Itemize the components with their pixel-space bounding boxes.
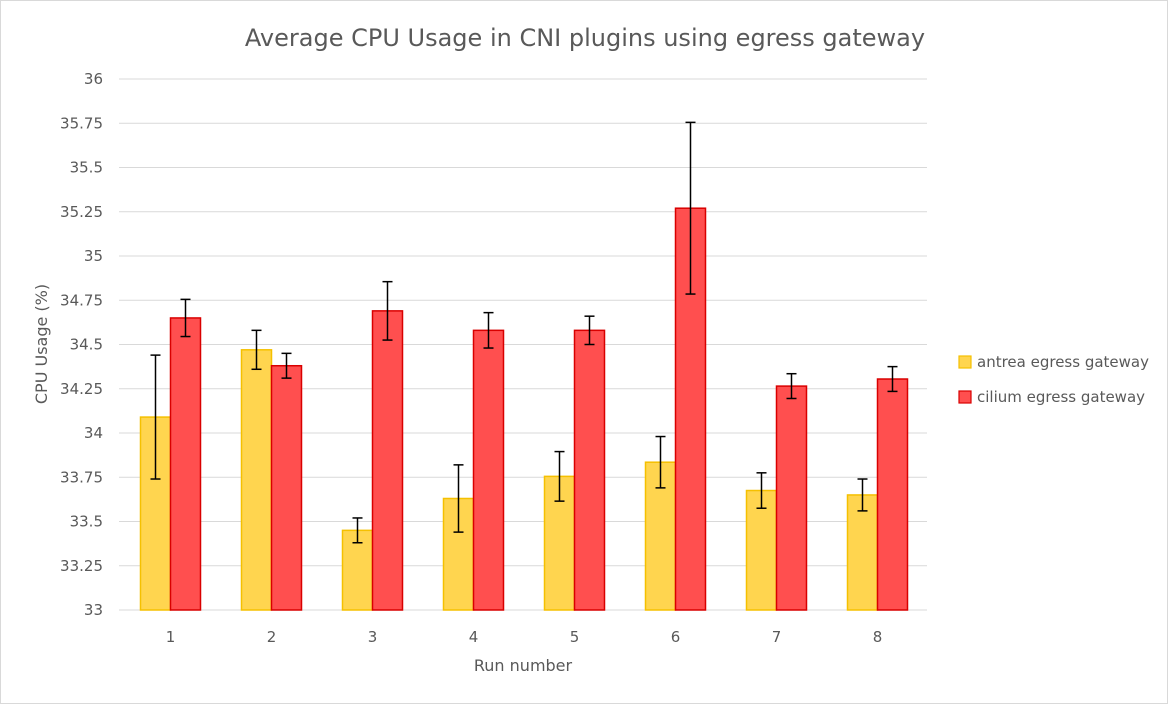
bar-series-2-run-1 [169, 317, 202, 611]
legend-swatch [958, 390, 972, 404]
y-tick-label: 33.5 [70, 513, 103, 531]
y-tick-label: 34.5 [70, 336, 103, 354]
bar-series-2-run-8 [876, 378, 909, 611]
y-tick-label: 33.25 [60, 557, 103, 575]
bar-series-2-run-4 [472, 329, 505, 611]
chart-area: Average CPU Usage in CNI plugins using e… [0, 0, 1168, 704]
x-tick-label: 1 [166, 628, 176, 646]
bar-series-2-run-3 [371, 310, 404, 611]
x-tick-label: 7 [772, 628, 782, 646]
y-tick-label: 35 [84, 247, 103, 265]
y-tick-label: 34 [84, 424, 103, 442]
bar-series-2-run-7 [775, 385, 808, 611]
y-tick-label: 35.75 [60, 114, 103, 132]
y-axis-title: CPU Usage (%) [32, 284, 51, 404]
x-tick-label: 6 [671, 628, 681, 646]
y-tick-label: 34.25 [60, 380, 103, 398]
y-tick-label: 35.5 [70, 159, 103, 177]
x-tick-label: 4 [469, 628, 479, 646]
y-tick-label: 36 [84, 70, 103, 88]
bar-series-1-run-8 [846, 494, 879, 611]
y-tick-label: 33.75 [60, 468, 103, 486]
x-tick-label: 2 [267, 628, 277, 646]
y-tick-label: 35.25 [60, 203, 103, 221]
x-axis-ticks: 1 2 3 4 5 6 7 8 [166, 628, 883, 646]
bars [139, 207, 909, 611]
y-tick-label: 33 [84, 601, 103, 619]
chart-title: Average CPU Usage in CNI plugins using e… [245, 24, 925, 52]
legend: antrea egress gateway cilium egress gatew… [958, 353, 1149, 406]
bar-chart: Average CPU Usage in CNI plugins using e… [32, 24, 1149, 675]
y-axis-ticks: 33 33.25 33.5 33.75 34 34.25 34.5 34.75 35 35.25 3… [60, 70, 103, 619]
bar-series-2-run-2 [270, 364, 303, 611]
x-axis-title: Run number [474, 656, 573, 675]
bar-series-1-run-2 [240, 349, 273, 611]
x-tick-label: 8 [873, 628, 883, 646]
legend-swatch [958, 355, 972, 369]
bar-series-2-run-5 [573, 329, 606, 611]
legend-label: antrea egress gateway [977, 353, 1149, 371]
legend-label: cilium egress gateway [977, 388, 1145, 406]
y-tick-label: 34.75 [60, 291, 103, 309]
x-tick-label: 5 [570, 628, 580, 646]
x-tick-label: 3 [368, 628, 378, 646]
